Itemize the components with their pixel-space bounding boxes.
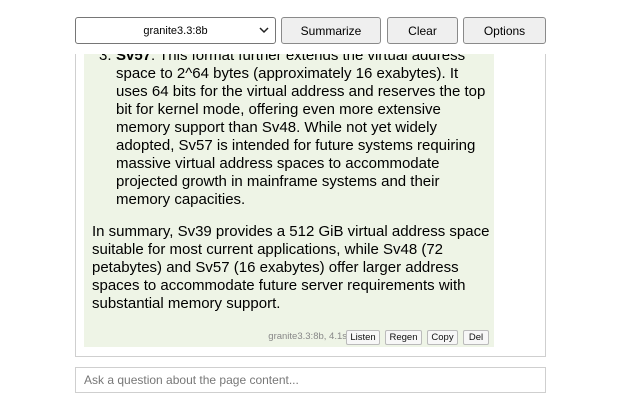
chevron-down-icon xyxy=(259,27,269,34)
message-body: 3. Sv57: This format further extends the … xyxy=(92,54,492,313)
assistant-message: 3. Sv57: This format further extends the … xyxy=(84,54,494,347)
clear-button[interactable]: Clear xyxy=(387,17,458,44)
copy-button[interactable]: Copy xyxy=(427,330,458,345)
list-item: 3. Sv57: This format further extends the … xyxy=(92,54,492,209)
question-input[interactable] xyxy=(75,367,546,393)
list-item-number: 3. xyxy=(99,54,112,64)
summary-paragraph: In summary, Sv39 provides a 512 GiB virt… xyxy=(92,223,490,312)
options-button[interactable]: Options xyxy=(463,17,546,44)
list-item-text: : This format further extends the virtua… xyxy=(116,54,486,208)
summarize-button[interactable]: Summarize xyxy=(281,17,381,44)
toolbar: granite3.3:8b Summarize Clear Options xyxy=(75,17,546,44)
model-select[interactable]: granite3.3:8b xyxy=(75,17,276,44)
model-timing: granite3.3:8b, 4.1s xyxy=(268,331,347,342)
chat-panel: 3. Sv57: This format further extends the … xyxy=(75,54,546,357)
listen-button[interactable]: Listen xyxy=(346,330,380,345)
list-item-title: Sv57 xyxy=(116,54,152,64)
message-meta: granite3.3:8b, 4.1s Listen Regen Copy De… xyxy=(84,328,494,346)
regen-button[interactable]: Regen xyxy=(385,330,422,345)
delete-button[interactable]: Del xyxy=(463,330,489,345)
model-select-value: granite3.3:8b xyxy=(143,24,208,37)
